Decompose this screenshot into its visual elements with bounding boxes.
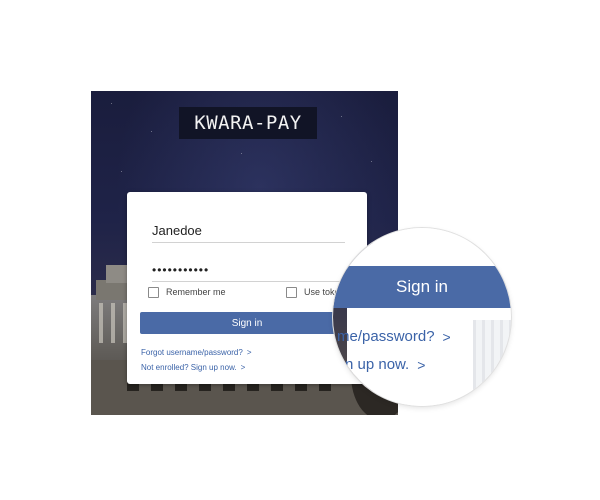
sign-up-link[interactable]: Not enrolled? Sign up now. > bbox=[141, 363, 245, 372]
forgot-credentials-label: Forgot username/password? bbox=[141, 348, 243, 357]
star bbox=[371, 161, 372, 162]
password-field[interactable]: ••••••••••• bbox=[152, 255, 345, 282]
star bbox=[111, 103, 112, 104]
sign-in-label: Sign in bbox=[231, 317, 263, 329]
zoom-building-detail bbox=[473, 320, 511, 406]
zoom-forgot-link[interactable]: me/password? > bbox=[337, 328, 451, 345]
chevron-right-icon: > bbox=[240, 363, 246, 372]
star bbox=[121, 171, 122, 172]
magnifier-zoom: Sign in me/password? > n up now. > bbox=[333, 228, 511, 406]
star bbox=[341, 116, 342, 117]
zoom-sign-up-label: n up now. bbox=[345, 356, 410, 373]
star bbox=[151, 131, 152, 132]
sign-up-label: Not enrolled? Sign up now. bbox=[141, 363, 237, 372]
remember-me-label: Remember me bbox=[166, 287, 226, 297]
remember-me-option[interactable]: Remember me bbox=[148, 285, 226, 299]
zoom-sign-in-label: Sign in bbox=[396, 277, 448, 296]
zoom-forgot-label: me/password? bbox=[337, 328, 435, 345]
username-value: Janedoe bbox=[152, 223, 202, 238]
app-logo: KWARA-PAY bbox=[179, 107, 317, 139]
star bbox=[241, 153, 242, 154]
use-token-checkbox[interactable] bbox=[286, 286, 297, 298]
chevron-right-icon: > bbox=[417, 356, 426, 373]
forgot-credentials-link[interactable]: Forgot username/password? > bbox=[141, 348, 252, 357]
sign-in-button[interactable]: Sign in bbox=[140, 312, 354, 334]
username-field[interactable]: Janedoe bbox=[152, 216, 345, 243]
chevron-right-icon: > bbox=[246, 348, 252, 357]
zoom-sign-in-button[interactable]: Sign in bbox=[333, 266, 511, 308]
password-value: ••••••••••• bbox=[152, 263, 210, 277]
chevron-right-icon: > bbox=[442, 328, 451, 345]
zoom-sign-up-link[interactable]: n up now. > bbox=[345, 356, 425, 373]
logo-text: KWARA-PAY bbox=[194, 112, 302, 134]
remember-me-checkbox[interactable] bbox=[148, 286, 159, 298]
login-card: Janedoe ••••••••••• Remember me Use toke… bbox=[127, 192, 367, 384]
